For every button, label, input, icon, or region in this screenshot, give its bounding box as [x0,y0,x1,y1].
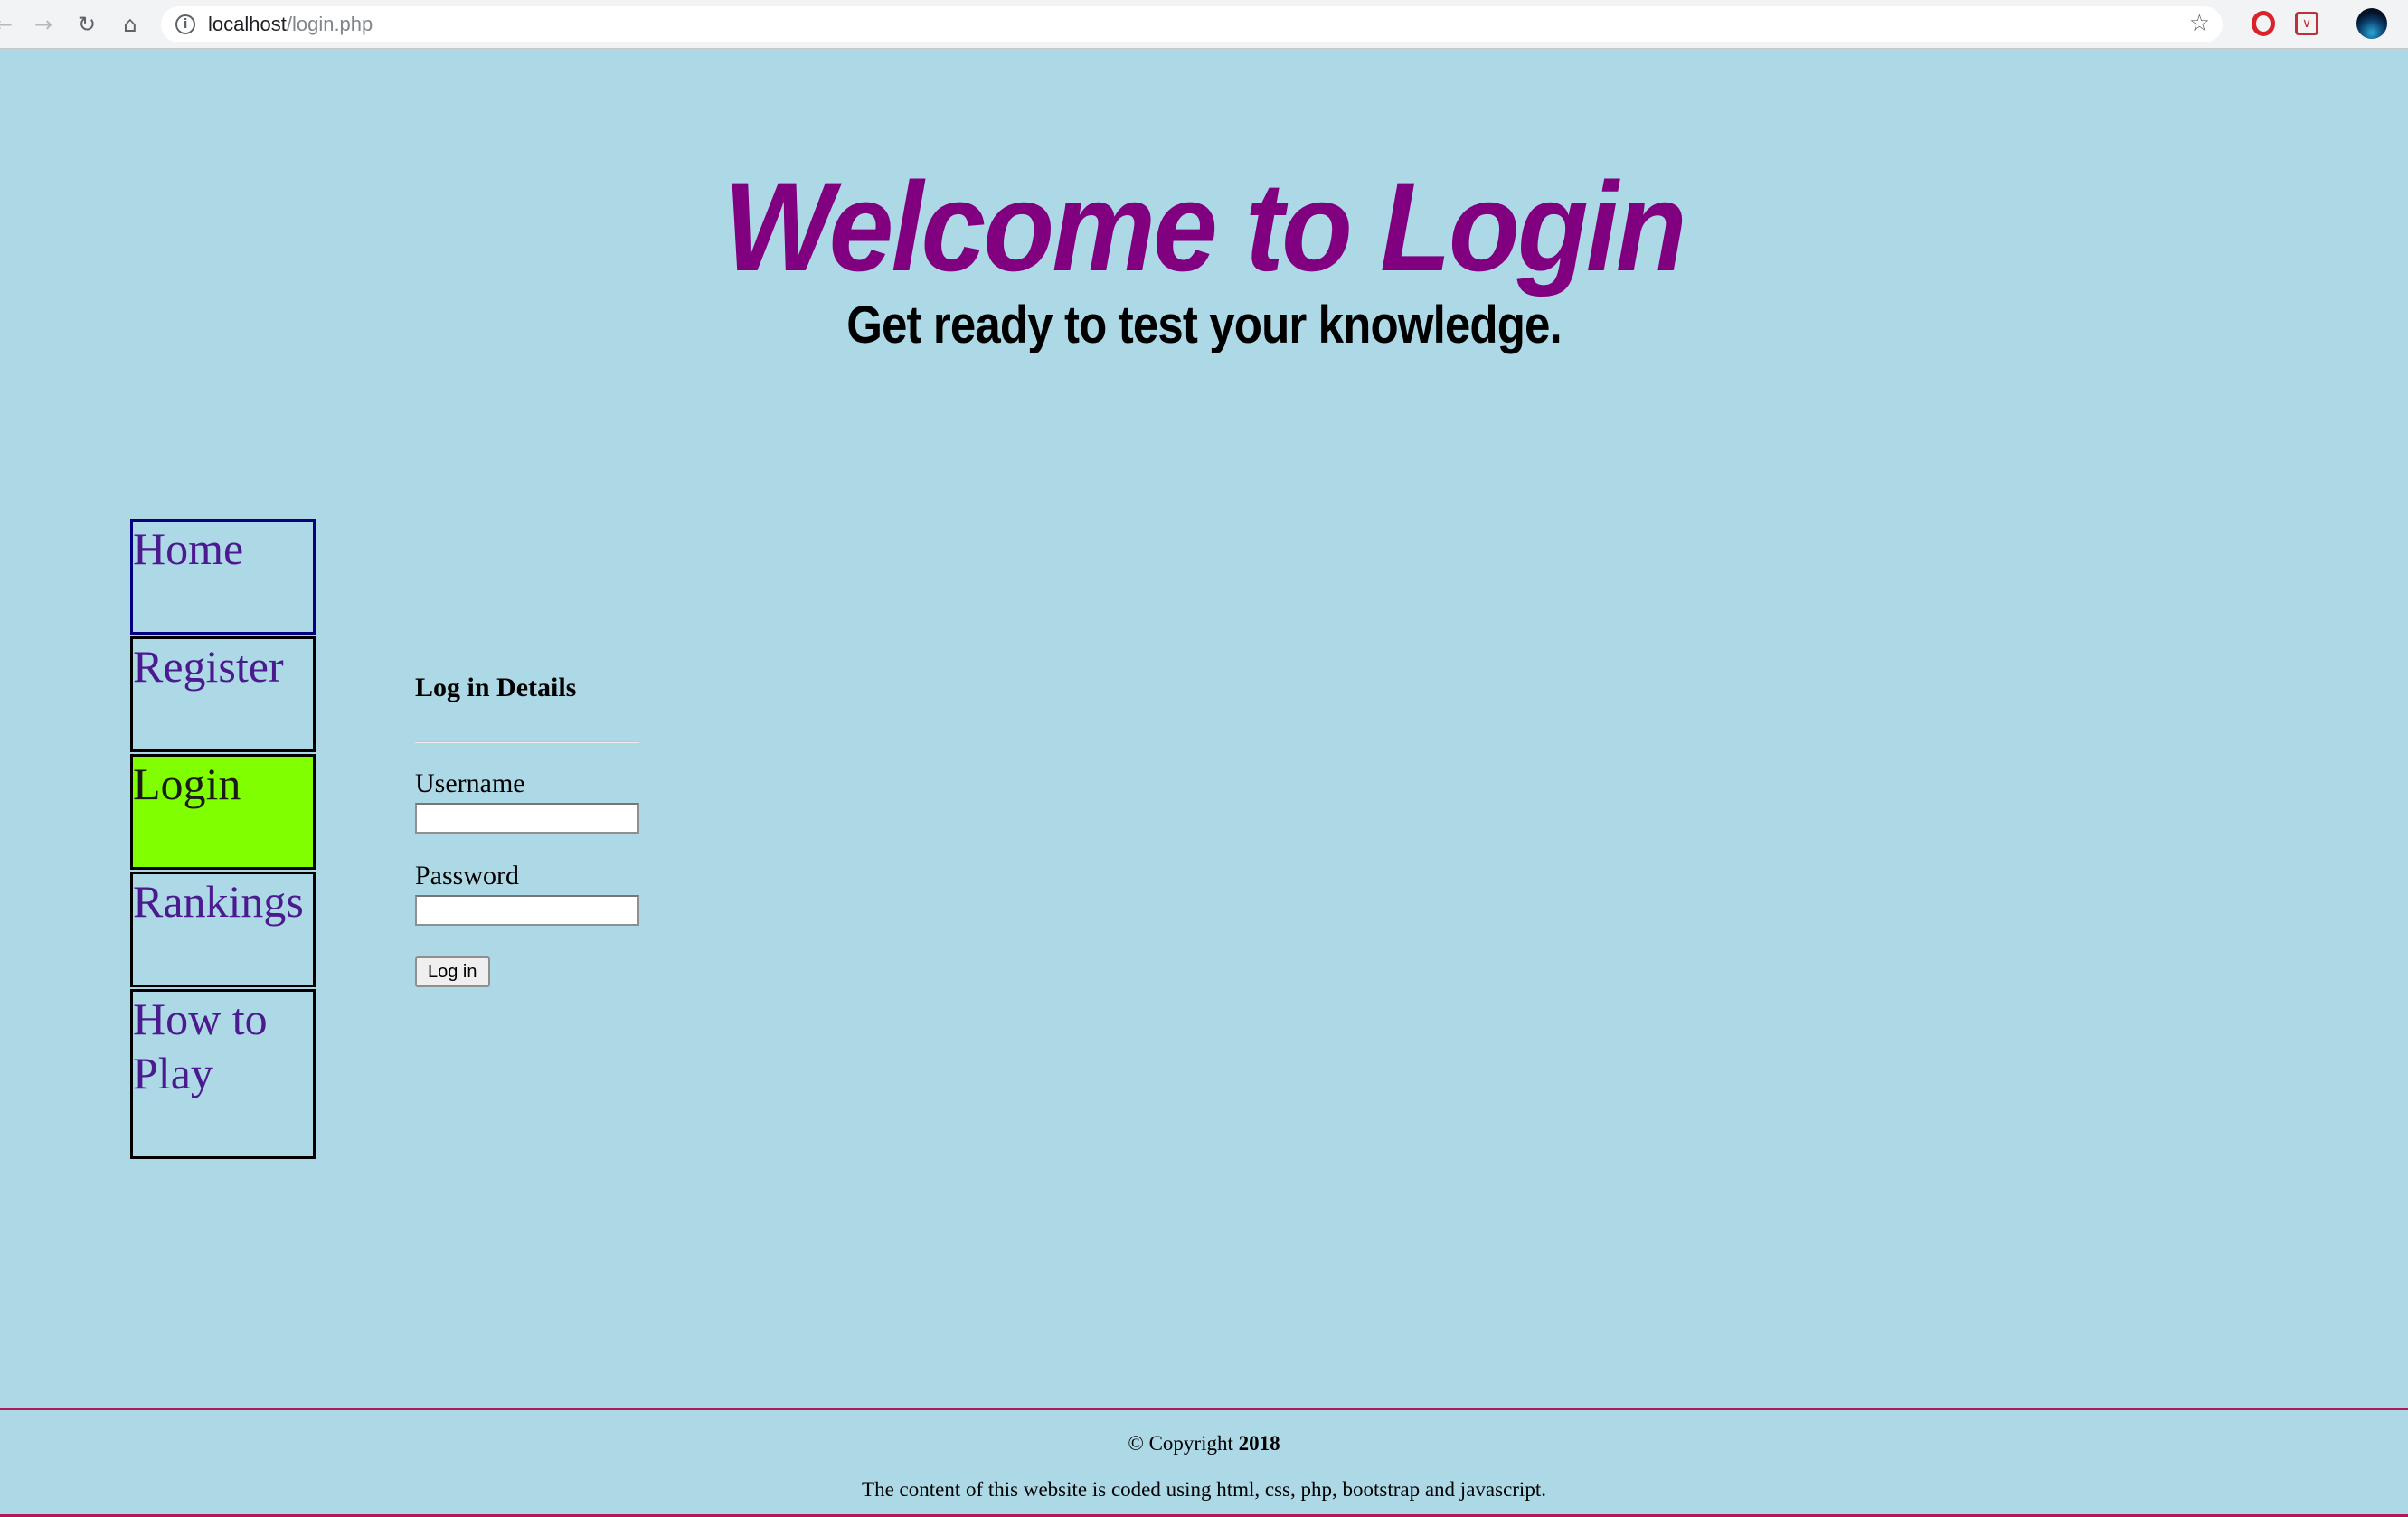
form-heading: Log in Details [415,673,577,702]
password-label: Password [415,861,520,890]
reload-icon[interactable]: ↻ [71,9,103,40]
nav-item-how-to-play[interactable]: How to Play [130,989,316,1159]
bookmark-star-icon[interactable]: ☆ [2189,10,2210,37]
page-subtitle: Get ready to test your knowledge. [846,296,1563,354]
login-form: Log in Details Username Password Log in [415,673,641,987]
side-navigation: Home Register Login Rankings How to Play [130,519,316,1161]
forward-arrow-icon[interactable]: → [27,9,60,40]
password-input[interactable] [415,895,639,926]
opera-extension-icon[interactable] [2252,11,2275,36]
copyright-text: © Copyright [1128,1432,1233,1455]
url-host: localhost [208,13,287,35]
form-divider [415,741,639,743]
address-bar[interactable]: i localhost/login.php ☆ [161,6,2223,42]
nav-item-login[interactable]: Login [130,754,316,870]
nav-item-register[interactable]: Register [130,636,316,752]
browser-toolbar: ← → ↻ ⌂ i localhost/login.php ☆ ∨ [0,0,2408,49]
footer-note: The content of this website is coded usi… [862,1478,1546,1501]
back-arrow-icon[interactable]: ← [0,9,20,40]
pocket-extension-icon[interactable]: ∨ [2295,12,2318,35]
url-path: /login.php [286,13,373,35]
nav-item-home[interactable]: Home [130,519,316,635]
footer-copyright: © Copyright 2018 [0,1432,2408,1456]
page-title: Welcome to Login [723,155,1686,297]
copyright-year: 2018 [1238,1432,1280,1455]
profile-avatar[interactable] [2356,8,2387,39]
nav-item-rankings[interactable]: Rankings [130,872,316,987]
username-label: Username [415,768,525,798]
home-icon[interactable]: ⌂ [114,9,146,40]
username-input[interactable] [415,803,639,834]
login-button[interactable]: Log in [415,956,490,987]
info-icon[interactable]: i [175,14,195,34]
footer-divider [0,1408,2408,1410]
